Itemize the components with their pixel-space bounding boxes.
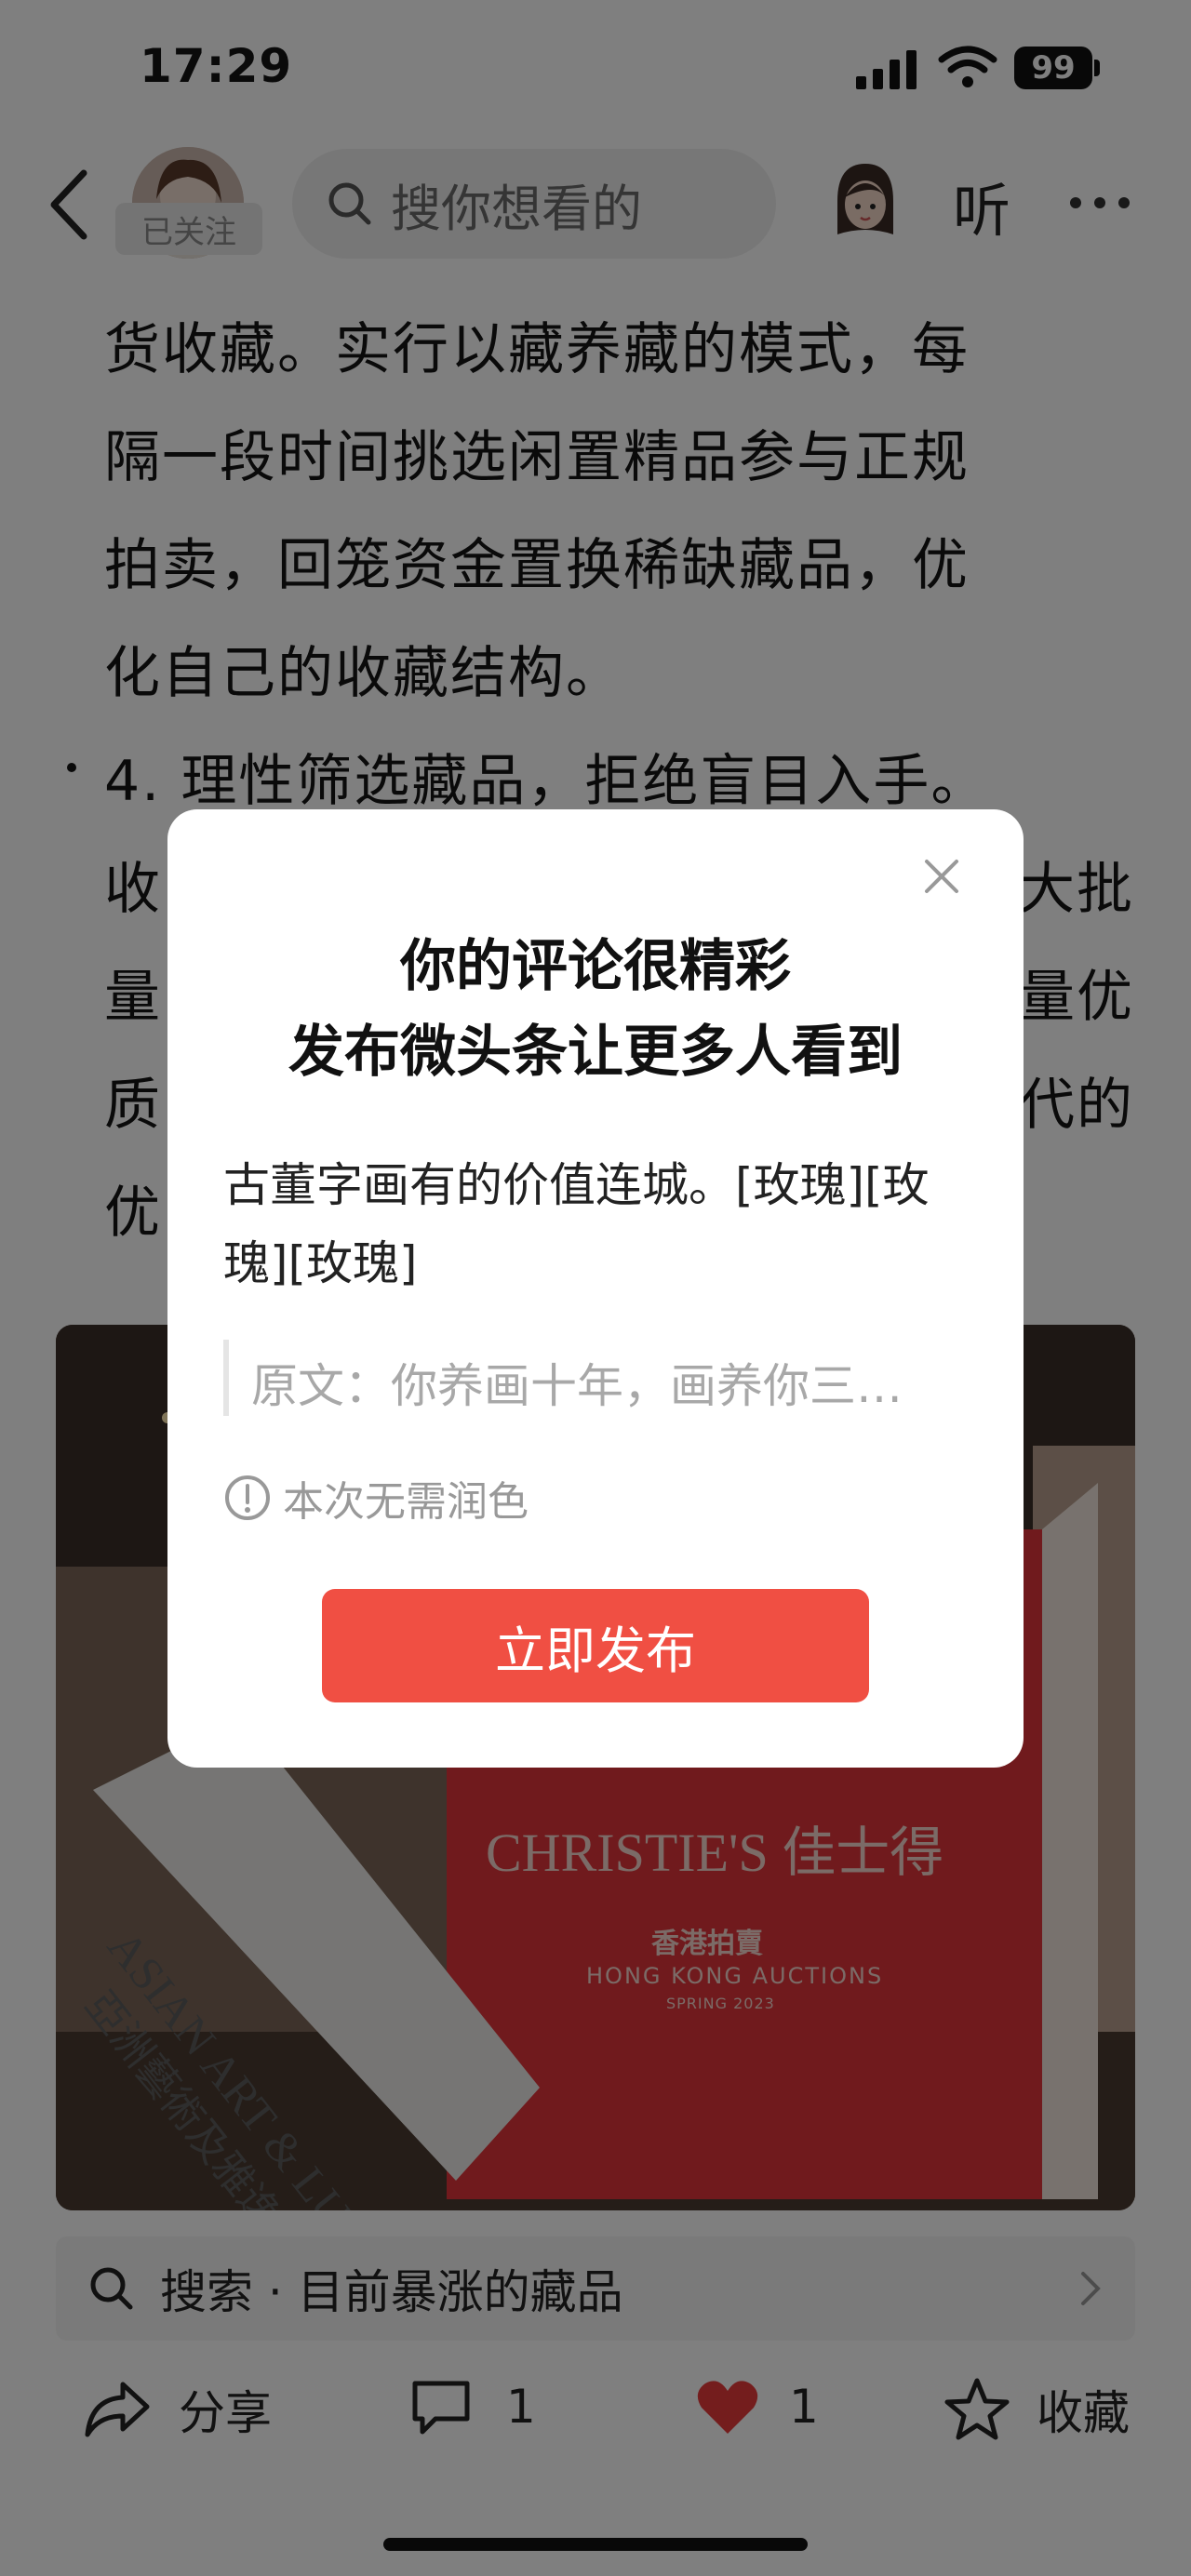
publish-button[interactable]: 立即发布	[322, 1589, 869, 1702]
quoted-original: 原文：你养画十年，画养你三…	[251, 1359, 903, 1413]
dialog-subtitle: 发布微头条让更多人看到	[288, 1020, 903, 1085]
close-button[interactable]	[923, 858, 960, 899]
polish-hint: 本次无需润色	[223, 1468, 529, 1528]
hint-text: 本次无需润色	[283, 1478, 529, 1526]
comment-text: 古董字画有的价值连城。[玫瑰][玫瑰][玫瑰]	[223, 1158, 930, 1290]
dialog-title: 你的评论很精彩	[400, 934, 791, 999]
quote-bar	[223, 1340, 229, 1416]
info-icon	[225, 1475, 270, 1520]
close-icon	[925, 860, 958, 893]
